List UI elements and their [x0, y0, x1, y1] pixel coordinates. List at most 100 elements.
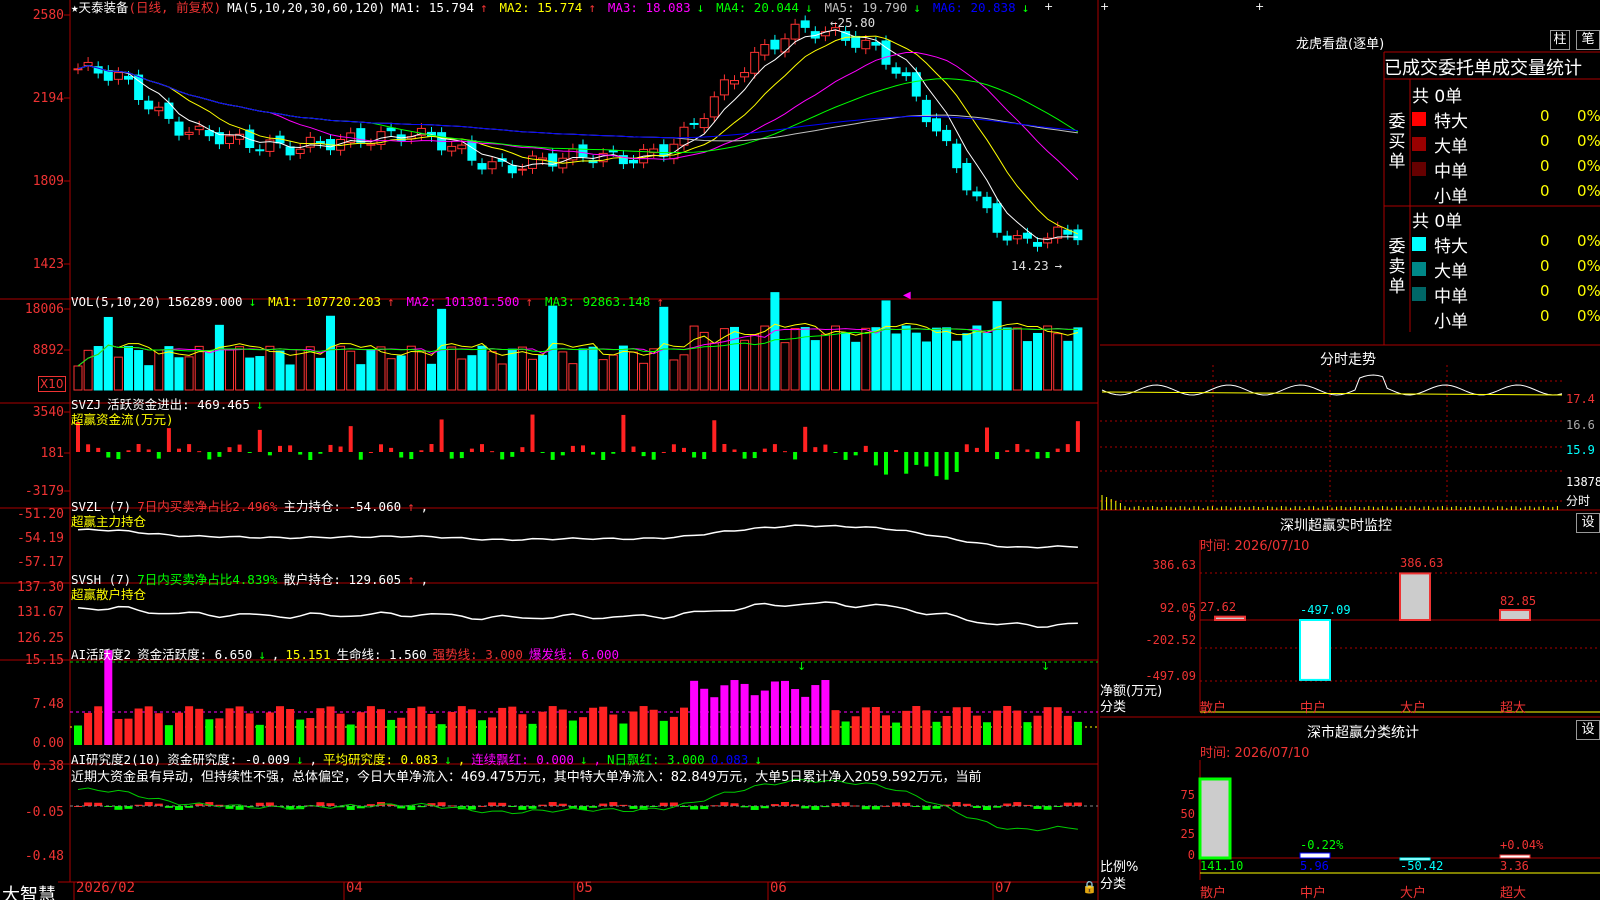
- svzj-bar: [964, 444, 969, 452]
- candle-body: [517, 168, 527, 171]
- signal-marker-4: ↓: [1041, 660, 1050, 673]
- ai1-bar: [558, 709, 567, 745]
- volume-bar: [871, 327, 881, 391]
- volume-bar: [214, 324, 224, 391]
- stats-pct-3: +0.04%: [1500, 838, 1544, 852]
- volume-bar: [144, 365, 154, 391]
- volume-bar: [699, 331, 709, 391]
- svzj-bar: [469, 448, 474, 452]
- ai1-bar: [134, 708, 143, 745]
- ai1-bar: [185, 706, 194, 745]
- volume-bar: [416, 350, 426, 391]
- ai1-bar: [801, 696, 810, 745]
- ai1-bar: [346, 724, 355, 745]
- volume-bar: [134, 350, 144, 391]
- ai2-bar: [437, 802, 446, 806]
- lock-icon[interactable]: 🔒: [1082, 880, 1097, 894]
- svzj-bar: [762, 448, 767, 452]
- ai1-bar: [164, 725, 173, 745]
- volume-bar: [295, 349, 305, 391]
- ai1-bar: [831, 710, 840, 745]
- ai2-bar: [265, 802, 274, 806]
- volume-bar: [235, 346, 245, 391]
- dragon-sell-pct-2: 0%: [1577, 282, 1600, 300]
- dragon-sell-pct-0: 0%: [1577, 232, 1600, 250]
- ai2-bar: [922, 806, 931, 810]
- intraday-ylabel-2: 15.9: [1566, 443, 1595, 457]
- ai2-bar: [548, 802, 557, 806]
- svzj-bar: [732, 449, 737, 452]
- dragon-sell-pct-1: 0%: [1577, 257, 1600, 275]
- svsh-header: SVSH (7) 7日内买卖净占比4.839% 散户持仓: 129.605 ↑, 超赢…: [71, 572, 434, 602]
- ai2-d: N日飘红: 3.000: [606, 752, 705, 767]
- svzj-bar: [954, 452, 959, 472]
- y-label-svzl-1: -54.19: [17, 531, 64, 546]
- y-label-ai1-1: 7.48: [32, 697, 64, 712]
- svzj-bar: [702, 452, 707, 460]
- ai1-bar: [437, 724, 446, 745]
- vol-unit-label: X10: [38, 376, 66, 392]
- ai1-bar: [276, 706, 284, 745]
- svzj-bar: [1075, 421, 1080, 452]
- svzj-bar: [1035, 452, 1040, 459]
- y-label-svzj-1: 181: [40, 446, 64, 461]
- candle-body: [113, 72, 123, 80]
- ai1-bar: [387, 719, 396, 745]
- stats-settings-button[interactable]: 设: [1576, 720, 1600, 740]
- period-label: (日线, 前复权): [128, 0, 222, 15]
- candle-body: [1002, 235, 1012, 241]
- candle-body: [578, 144, 588, 158]
- ai1-bar: [447, 711, 456, 745]
- ai1-bar: [316, 708, 325, 745]
- svzj-bar: [712, 420, 717, 452]
- svzj-bar: [772, 444, 777, 452]
- monitor-ytick-4: -497.09: [1145, 669, 1196, 683]
- svzj-bar: [570, 445, 575, 452]
- ai1-bar: [892, 722, 901, 745]
- volume-bar: [305, 346, 315, 391]
- dragon-buy-swatch-3: [1412, 187, 1426, 201]
- y-label-price-1: 2194: [32, 91, 64, 106]
- x-label-3: 06: [770, 880, 787, 896]
- dragon-sell-qty-1: 0: [1540, 257, 1550, 275]
- y-label-vol-0: 18006: [24, 302, 64, 317]
- volume-bar: [841, 332, 851, 391]
- candle-body: [891, 67, 901, 74]
- svzj-bar: [217, 452, 222, 457]
- ai1-bar: [175, 712, 183, 745]
- tick-view-button[interactable]: 笔: [1576, 30, 1600, 50]
- ai2-bar: [175, 806, 183, 810]
- monitor-settings-button[interactable]: 设: [1576, 513, 1600, 533]
- svzj-bar: [146, 449, 151, 452]
- ai1-bar: [265, 712, 274, 745]
- svzj-bar: [631, 446, 636, 452]
- svzj-bar: [833, 452, 838, 453]
- volume-bar: [598, 359, 608, 391]
- candle-body: [780, 38, 790, 53]
- ai1-bar: [639, 706, 648, 745]
- volume-bar: [346, 350, 356, 391]
- svzj-bar: [368, 451, 373, 453]
- stats-ytick-2: 25: [1180, 827, 1195, 841]
- volume-bar: [932, 327, 941, 391]
- dragon-sell-name-2: 中单: [1434, 287, 1468, 307]
- bar-view-button[interactable]: 柱: [1550, 30, 1570, 50]
- svzj-bar: [783, 451, 787, 453]
- svzj-bar: [1055, 448, 1060, 452]
- ai1-bar: [811, 685, 820, 745]
- low-price-label: 14.23 →: [1011, 258, 1063, 273]
- ai1-bar: [619, 723, 628, 745]
- stats-bar-0: [1198, 777, 1232, 860]
- candle-body: [699, 118, 709, 129]
- intraday-ylabel-1: 16.6: [1566, 418, 1595, 432]
- ai1-bar: [983, 722, 991, 745]
- candle-body: [285, 146, 295, 156]
- monitor-title: 深圳超赢实时监控: [1280, 518, 1392, 534]
- candle-body: [1022, 232, 1032, 239]
- candle-body: [295, 148, 305, 154]
- ai2-bar: [407, 806, 416, 810]
- svzj-bar: [308, 452, 313, 460]
- candle-body: [477, 163, 487, 170]
- candle-body: [952, 143, 962, 169]
- volume-bar: [921, 341, 931, 391]
